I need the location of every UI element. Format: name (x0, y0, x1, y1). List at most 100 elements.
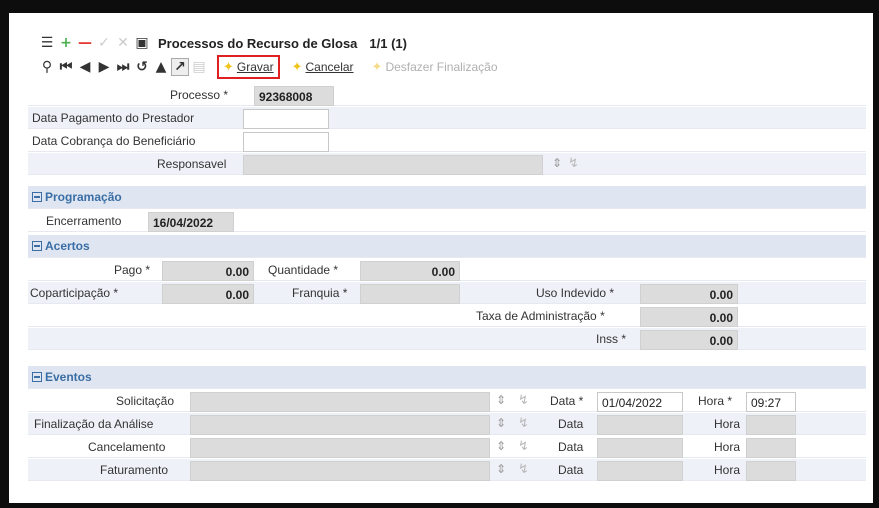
processo-label: Processo * (170, 88, 229, 102)
taxa-row: Taxa de Administração * 0.00 (28, 305, 866, 327)
bolt-icon: ✦ (371, 59, 383, 75)
last-icon[interactable]: ⏭ (114, 58, 132, 76)
franquia-field (360, 284, 460, 304)
window-frame: ☰ + — ✓ ✕ ▣ Processos do Recurso de Glos… (0, 0, 879, 508)
bolt-icon: ↯ (518, 439, 529, 454)
faturamento-row: Faturamento ⇕ ↯ Data Hora (28, 459, 866, 481)
data-pagamento-input[interactable] (243, 109, 329, 129)
refresh-icon[interactable]: ↺ (133, 58, 151, 76)
top-border (0, 0, 879, 13)
finalizacao-hora-label: Hora (714, 417, 741, 431)
acertos-section[interactable]: Acertos (28, 235, 866, 258)
solicitacao-label: Solicitação (116, 394, 175, 408)
data-cobranca-label: Data Cobrança do Beneficiário (32, 134, 196, 148)
cancelamento-hora-label: Hora (714, 440, 741, 454)
faturamento-label: Faturamento (100, 463, 169, 477)
check-icon: ✓ (98, 35, 110, 51)
prev-icon[interactable]: ◀ (76, 58, 94, 76)
solicitacao-data-input[interactable]: 01/04/2022 (597, 392, 683, 412)
solicitacao-row: Solicitação ⇕ ↯ Data * 01/04/2022 Hora *… (28, 390, 866, 412)
first-icon[interactable]: ⏮ (57, 58, 75, 76)
pago-row: Pago * 0.00 Quantidade * 0.00 (28, 259, 866, 281)
right-border (873, 0, 879, 508)
spinner-icon[interactable]: ⇕ (496, 462, 506, 476)
solicitacao-data-label: Data * (550, 394, 584, 408)
list-icon[interactable]: ☰ (38, 34, 56, 52)
next-icon[interactable]: ▶ (95, 58, 113, 76)
link-icon[interactable]: ↗ (171, 58, 189, 76)
minus-icon[interactable]: — (76, 34, 94, 52)
cancelar-button[interactable]: ✦ Cancelar (288, 57, 358, 77)
toolbar-actions: ⚲ ⏮ ◀ ▶ ⏭ ↺ ▲ ↗ ▤ ✦ Gravar ✦ Cancelar ✦ Des… (38, 55, 502, 79)
coparticipacao-row: Coparticipação * 0.00 Franquia * Uso Ind… (28, 282, 866, 304)
finalizacao-hora-field (746, 415, 796, 435)
encerramento-label: Encerramento (46, 214, 122, 228)
spinner-icon[interactable]: ⇕ (496, 393, 506, 407)
franquia-label: Franquia * (292, 286, 348, 300)
eventos-title[interactable]: Eventos (32, 370, 92, 384)
finalizacao-row: Finalização da Análise ⇕ ↯ Data Hora (28, 413, 866, 435)
data-pagamento-row: Data Pagamento do Prestador (28, 107, 866, 129)
solicitacao-hora-label: Hora * (698, 394, 733, 408)
x-icon: ✕ (117, 35, 129, 51)
responsavel-field (243, 155, 543, 175)
inss-field: 0.00 (640, 330, 738, 350)
inss-row: Inss * 0.00 (28, 328, 866, 350)
faturamento-data-label: Data (558, 463, 584, 477)
page-title: Processos do Recurso de Glosa (158, 35, 358, 51)
responsavel-row: Responsavel ⇕ ↯ (28, 153, 866, 175)
left-border (0, 0, 9, 508)
bolt-icon: ↯ (568, 156, 579, 171)
cancelamento-row: Cancelamento ⇕ ↯ Data Hora (28, 436, 866, 458)
inss-label: Inss * (596, 332, 627, 346)
responsavel-label: Responsavel (157, 157, 227, 171)
data-pagamento-label: Data Pagamento do Prestador (32, 111, 195, 125)
finalizacao-data-field (597, 415, 683, 435)
pago-label: Pago * (114, 263, 151, 277)
pago-field: 0.00 (162, 261, 254, 281)
spinner-icon[interactable]: ⇕ (552, 156, 562, 170)
programacao-section[interactable]: Programação (28, 186, 866, 209)
acertos-title[interactable]: Acertos (32, 239, 90, 253)
taxa-label: Taxa de Administração * (476, 309, 605, 323)
cancelamento-data-field (597, 438, 683, 458)
quantidade-label: Quantidade * (268, 263, 339, 277)
faturamento-field (190, 461, 490, 481)
bottom-border (0, 503, 879, 508)
taxa-field: 0.00 (640, 307, 738, 327)
programacao-title[interactable]: Programação (32, 190, 122, 204)
plus-icon[interactable]: + (57, 34, 75, 52)
cancelamento-data-label: Data (558, 440, 584, 454)
spinner-icon[interactable]: ⇕ (496, 416, 506, 430)
collapse-icon[interactable] (32, 192, 42, 202)
cancelamento-hora-field (746, 438, 796, 458)
bolt-icon: ↯ (518, 416, 529, 431)
faturamento-hora-field (746, 461, 796, 481)
finalizacao-field (190, 415, 490, 435)
uso-indevido-field: 0.00 (640, 284, 738, 304)
desfazer-finalizacao-button: ✦ Desfazer Finalização (371, 59, 498, 75)
export-icon[interactable]: ▣ (133, 34, 151, 52)
lock-icon[interactable]: ▲ (152, 58, 170, 76)
doc-icon: ▤ (192, 59, 206, 75)
toolbar-top: ☰ + — ✓ ✕ ▣ Processos do Recurso de Glos… (38, 34, 407, 52)
data-cobranca-input[interactable] (243, 132, 329, 152)
search-icon[interactable]: ⚲ (38, 58, 56, 76)
cancelamento-label: Cancelamento (88, 440, 166, 454)
finalizacao-data-label: Data (558, 417, 584, 431)
quantidade-field: 0.00 (360, 261, 460, 281)
spinner-icon[interactable]: ⇕ (496, 439, 506, 453)
collapse-icon[interactable] (32, 372, 42, 382)
faturamento-hora-label: Hora (714, 463, 741, 477)
collapse-icon[interactable] (32, 241, 42, 251)
encerramento-field: 16/04/2022 (148, 212, 234, 232)
gravar-button[interactable]: ✦ Gravar (217, 55, 280, 79)
coparticipacao-field: 0.00 (162, 284, 254, 304)
eventos-section[interactable]: Eventos (28, 366, 866, 389)
solicitacao-hora-input[interactable]: 09:27 (746, 392, 796, 412)
coparticipacao-label: Coparticipação * (30, 286, 119, 300)
faturamento-data-field (597, 461, 683, 481)
uso-indevido-label: Uso Indevido * (536, 286, 615, 300)
bolt-icon: ✦ (223, 59, 234, 75)
solicitacao-field (190, 392, 490, 412)
